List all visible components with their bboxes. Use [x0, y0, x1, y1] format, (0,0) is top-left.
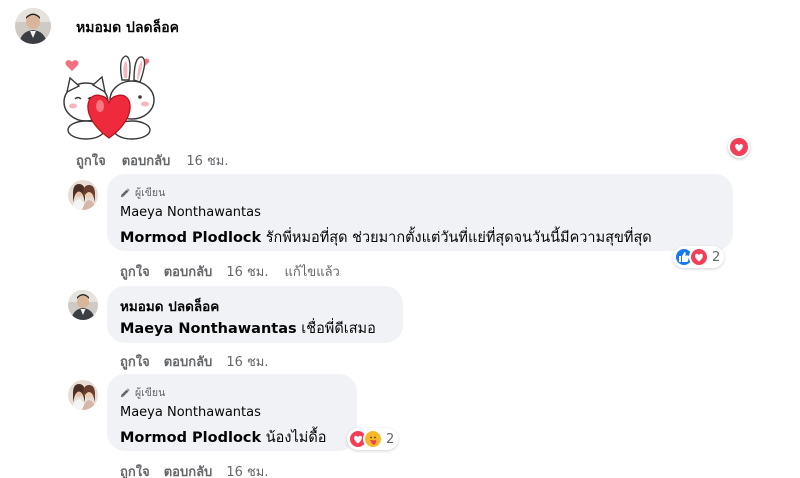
reply-3-time[interactable]: 16 ชม. — [226, 461, 268, 478]
reply-1-reaction-count: 2 — [712, 249, 721, 265]
reply-2-body: เชื่อพี่ดีเสมอ — [301, 321, 376, 337]
reply-3-actions: ถูกใจ ตอบกลับ 16 ชม. — [120, 461, 269, 478]
reply-3-reaction-count: 2 — [386, 431, 395, 447]
reply-2-actions: ถูกใจ ตอบกลับ 16 ชม. — [120, 351, 269, 372]
care-icon — [363, 429, 383, 449]
reply-3-reactions[interactable]: 2 — [347, 428, 399, 450]
reply-3-reply-button[interactable]: ตอบกลับ — [164, 461, 213, 478]
reply-1-time[interactable]: 16 ชม. — [226, 261, 268, 282]
reply-2-avatar[interactable] — [68, 290, 98, 320]
reply-1-reply-button[interactable]: ตอบกลับ — [164, 261, 213, 282]
commenter-avatar[interactable] — [15, 8, 51, 44]
pencil-icon — [120, 188, 130, 198]
reply-2-bubble: หมอมด ปลดล็อค Maeya Nonthawantas เชื่อพี… — [107, 286, 403, 343]
author-badge-label: ผู้เขียน — [135, 387, 166, 399]
reply-3-mention[interactable]: Mormod Plodlock — [120, 430, 261, 446]
reply-3-like-button[interactable]: ถูกใจ — [120, 461, 150, 478]
sticker-image — [58, 50, 160, 140]
comment-time[interactable]: 16 ชม. — [186, 150, 228, 171]
reply-1-mention[interactable]: Mormod Plodlock — [120, 230, 261, 246]
reply-1-text: Mormod Plodlock รักพี่หมอที่สุด ช่วยมากต… — [120, 226, 652, 249]
reply-1-bubble: ผู้เขียน Maeya Nonthawantas Mormod Plodl… — [107, 174, 733, 251]
commenter-name[interactable]: หมอมด ปลดล็อค — [76, 17, 179, 39]
reply-1-body: รักพี่หมอที่สุด ช่วยมากตั้งแต่วันที่แย่ท… — [265, 230, 652, 246]
reply-3-avatar[interactable] — [68, 380, 98, 410]
reply-2-reply-button[interactable]: ตอบกลับ — [164, 351, 213, 372]
reply-3-author-name[interactable]: Maeya Nonthawantas — [120, 405, 261, 420]
reply-1-author-badge: ผู้เขียน — [120, 184, 165, 201]
comment-like-button[interactable]: ถูกใจ — [76, 150, 106, 171]
reply-1-like-button[interactable]: ถูกใจ — [120, 261, 150, 282]
heart-icon — [730, 138, 748, 156]
reply-3-text: Mormod Plodlock น้องไม่ดื้อ — [120, 426, 326, 449]
comment-reply-button[interactable]: ตอบกลับ — [122, 150, 171, 171]
reply-2-mention[interactable]: Maeya Nonthawantas — [120, 321, 297, 337]
reply-1-edited-label[interactable]: แก้ไขแล้ว — [285, 261, 340, 282]
reply-3-author-badge: ผู้เขียน — [120, 384, 165, 401]
comment-reaction-heart[interactable] — [728, 136, 750, 158]
reply-3-bubble: ผู้เขียน Maeya Nonthawantas Mormod Plodl… — [107, 374, 357, 451]
reply-2-text: Maeya Nonthawantas เชื่อพี่ดีเสมอ — [120, 317, 376, 340]
reply-1-actions: ถูกใจ ตอบกลับ 16 ชม. แก้ไขแล้ว — [120, 261, 340, 282]
reply-1-reactions[interactable]: 2 — [673, 246, 725, 268]
reply-1-author-name[interactable]: Maeya Nonthawantas — [120, 205, 261, 220]
heart-icon — [689, 247, 709, 267]
author-badge-label: ผู้เขียน — [135, 187, 166, 199]
reply-2-time[interactable]: 16 ชม. — [226, 351, 268, 372]
reply-3-body: น้องไม่ดื้อ — [265, 430, 327, 446]
reply-1-avatar[interactable] — [68, 180, 98, 210]
comment-actions: ถูกใจ ตอบกลับ 16 ชม. — [76, 150, 229, 171]
reply-2-author-name[interactable]: หมอมด ปลดล็อค — [120, 295, 219, 317]
pencil-icon — [120, 388, 130, 398]
reply-2-like-button[interactable]: ถูกใจ — [120, 351, 150, 372]
